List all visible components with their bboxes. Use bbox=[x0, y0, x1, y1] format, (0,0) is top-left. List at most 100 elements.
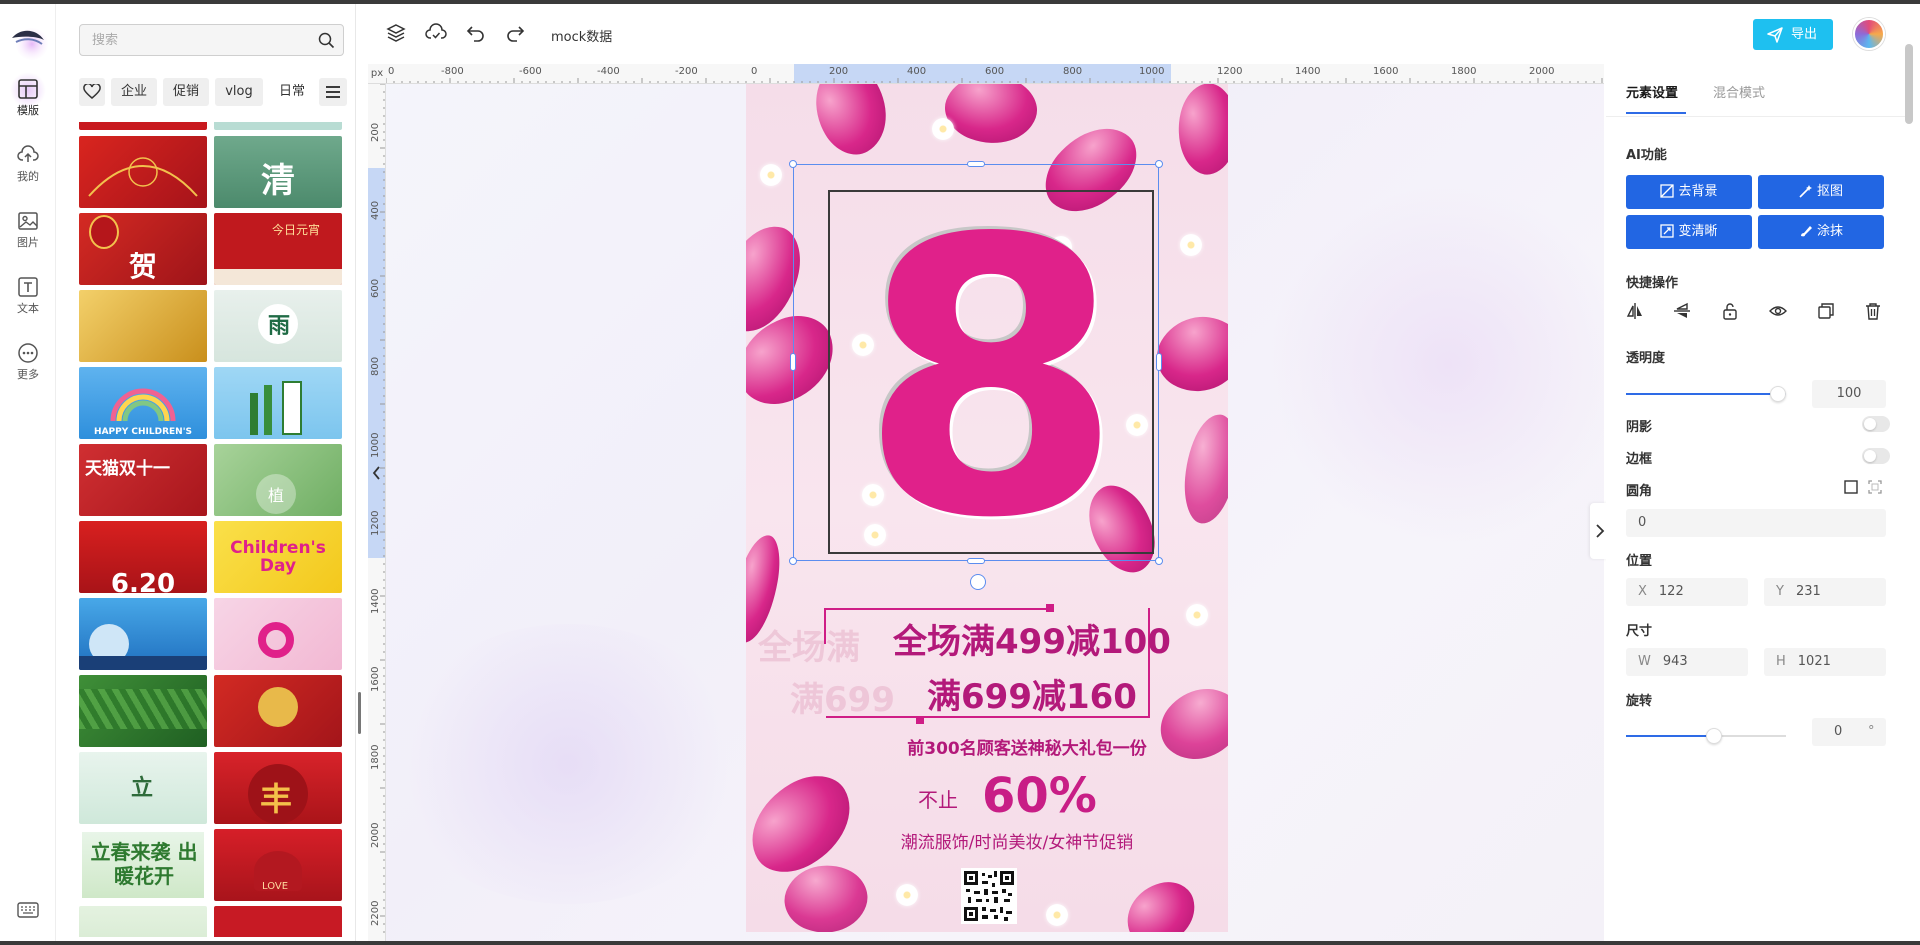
rail-item-image[interactable]: 图片 bbox=[0, 204, 56, 260]
opacity-input[interactable]: 100 bbox=[1812, 380, 1886, 408]
corner-radius-input[interactable]: 0 bbox=[1626, 509, 1886, 537]
template-thumb[interactable] bbox=[214, 367, 342, 439]
independent-radius-icon[interactable] bbox=[1868, 480, 1882, 494]
unlock-icon[interactable] bbox=[1721, 302, 1739, 320]
size-width-input[interactable]: W 943 bbox=[1626, 648, 1748, 676]
template-thumb[interactable]: 丰 bbox=[214, 752, 342, 824]
template-thumb[interactable] bbox=[79, 122, 207, 130]
opacity-slider-knob[interactable] bbox=[1770, 386, 1786, 402]
user-avatar[interactable] bbox=[1853, 18, 1885, 50]
uniform-radius-icon[interactable] bbox=[1844, 480, 1858, 494]
resize-handle[interactable] bbox=[967, 161, 985, 167]
tab-blend-mode[interactable]: 混合模式 bbox=[1713, 82, 1765, 101]
rotation-slider[interactable] bbox=[1626, 728, 1786, 744]
rotate-handle[interactable] bbox=[970, 574, 986, 590]
resize-handle[interactable] bbox=[789, 160, 797, 168]
opacity-title: 透明度 bbox=[1626, 351, 1666, 366]
template-thumb[interactable]: 植 bbox=[214, 444, 342, 516]
poster-offer-1[interactable]: 全场满499减100 bbox=[746, 614, 1228, 663]
template-thumb[interactable]: 贺 bbox=[79, 213, 207, 285]
search-icon[interactable] bbox=[318, 32, 335, 49]
tag-vlog[interactable]: vlog bbox=[215, 78, 263, 106]
position-x-input[interactable]: X 122 bbox=[1626, 578, 1748, 606]
template-thumb[interactable] bbox=[79, 598, 207, 670]
menu-icon bbox=[326, 86, 340, 98]
rotation-slider-knob[interactable] bbox=[1706, 728, 1722, 744]
enhance-button[interactable]: 变清晰 bbox=[1626, 215, 1752, 249]
favorites-tag[interactable] bbox=[79, 78, 105, 106]
template-thumb[interactable]: 立春来袭 出暖花开 bbox=[79, 829, 207, 901]
template-thumb[interactable] bbox=[214, 598, 342, 670]
poster-not-only[interactable]: 不止 bbox=[918, 784, 958, 813]
rail-item-more[interactable]: 更多 bbox=[0, 336, 56, 392]
resize-handle[interactable] bbox=[1155, 557, 1163, 565]
flip-vertical-icon[interactable] bbox=[1673, 302, 1691, 320]
size-height-input[interactable]: H 1021 bbox=[1764, 648, 1886, 676]
template-thumb[interactable]: 天猫双十一 bbox=[79, 444, 207, 516]
template-thumb[interactable]: 雨 bbox=[214, 290, 342, 362]
rail-item-template[interactable]: 模版 bbox=[0, 72, 56, 128]
template-thumb[interactable] bbox=[79, 136, 207, 208]
resize-handle[interactable] bbox=[1155, 160, 1163, 168]
selection-box[interactable] bbox=[793, 164, 1159, 561]
visibility-icon[interactable] bbox=[1769, 302, 1787, 320]
tab-element-settings[interactable]: 元素设置 bbox=[1626, 82, 1678, 101]
tag-enterprise[interactable]: 企业 bbox=[111, 78, 157, 106]
template-thumb[interactable]: LOVE bbox=[214, 829, 342, 901]
poster-offer-2[interactable]: 满699减160 bbox=[746, 669, 1228, 718]
remove-background-button[interactable]: 去背景 bbox=[1626, 175, 1752, 209]
delete-icon[interactable] bbox=[1864, 302, 1882, 320]
keyboard-icon[interactable] bbox=[17, 902, 39, 922]
poster-categories[interactable]: 潮流服饰/时尚美妆/女神节促销 bbox=[746, 828, 1228, 853]
tag-promotion[interactable]: 促销 bbox=[163, 78, 209, 106]
template-thumb[interactable] bbox=[79, 290, 207, 362]
template-thumb[interactable]: HAPPY CHILDREN'S bbox=[79, 367, 207, 439]
resize-handle[interactable] bbox=[967, 558, 985, 564]
ruler-label: 1000 bbox=[370, 432, 381, 458]
qr-code[interactable] bbox=[961, 868, 1017, 924]
template-thumb[interactable]: 立 bbox=[79, 752, 207, 824]
tag-menu-button[interactable] bbox=[319, 78, 347, 106]
cutout-button[interactable]: 抠图 bbox=[1758, 175, 1884, 209]
properties-scrollbar[interactable] bbox=[1905, 44, 1913, 124]
template-panel-scrollbar[interactable] bbox=[358, 692, 361, 734]
rail-item-mine[interactable]: 我的 bbox=[0, 138, 56, 194]
opacity-slider[interactable] bbox=[1626, 386, 1786, 402]
layers-icon[interactable] bbox=[386, 23, 406, 43]
border-title: 边框 bbox=[1626, 452, 1653, 467]
rail-item-text[interactable]: 文本 bbox=[0, 270, 56, 326]
collapse-left-button[interactable] bbox=[368, 458, 386, 488]
template-thumb[interactable] bbox=[214, 122, 342, 130]
document-title[interactable]: mock数据 bbox=[551, 26, 612, 45]
cloud-save-icon[interactable] bbox=[425, 23, 447, 43]
template-thumb[interactable]: 今日元宵 bbox=[214, 213, 342, 285]
shadow-toggle[interactable] bbox=[1862, 416, 1890, 432]
template-thumb[interactable] bbox=[214, 675, 342, 747]
template-thumb[interactable]: 清 bbox=[214, 136, 342, 208]
tag-daily[interactable]: 日常 bbox=[269, 78, 315, 106]
quick-actions-title: 快捷操作 bbox=[1626, 276, 1679, 291]
rail-label-template: 模版 bbox=[17, 104, 39, 117]
template-thumb[interactable] bbox=[214, 906, 342, 937]
template-thumb[interactable]: 6.20 bbox=[79, 521, 207, 593]
redo-icon[interactable] bbox=[505, 23, 525, 43]
smear-button[interactable]: 涂抹 bbox=[1758, 215, 1884, 249]
resize-handle[interactable] bbox=[1156, 353, 1162, 371]
border-toggle[interactable] bbox=[1862, 448, 1890, 464]
template-thumb[interactable]: Children's Day bbox=[214, 521, 342, 593]
template-thumb[interactable] bbox=[79, 675, 207, 747]
rotation-input[interactable]: 0 ° bbox=[1812, 718, 1886, 746]
resize-handle[interactable] bbox=[790, 353, 796, 371]
export-button[interactable]: 导出 bbox=[1753, 19, 1833, 50]
position-y-input[interactable]: Y 231 bbox=[1764, 578, 1886, 606]
flip-horizontal-icon[interactable] bbox=[1626, 302, 1644, 320]
position-y-value: 231 bbox=[1795, 584, 1821, 599]
template-thumb[interactable] bbox=[79, 906, 207, 937]
resize-handle[interactable] bbox=[789, 557, 797, 565]
undo-icon[interactable] bbox=[466, 23, 486, 43]
poster-canvas[interactable]: 8 全场满 满699 全场满499减100 满699减160 前300名顾客送神… bbox=[746, 84, 1228, 932]
poster-percent[interactable]: 60% bbox=[982, 768, 1097, 824]
search-input[interactable] bbox=[80, 25, 305, 55]
duplicate-icon[interactable] bbox=[1817, 302, 1835, 320]
poster-gift-text[interactable]: 前300名顾客送神秘大礼包一份 bbox=[746, 734, 1228, 759]
